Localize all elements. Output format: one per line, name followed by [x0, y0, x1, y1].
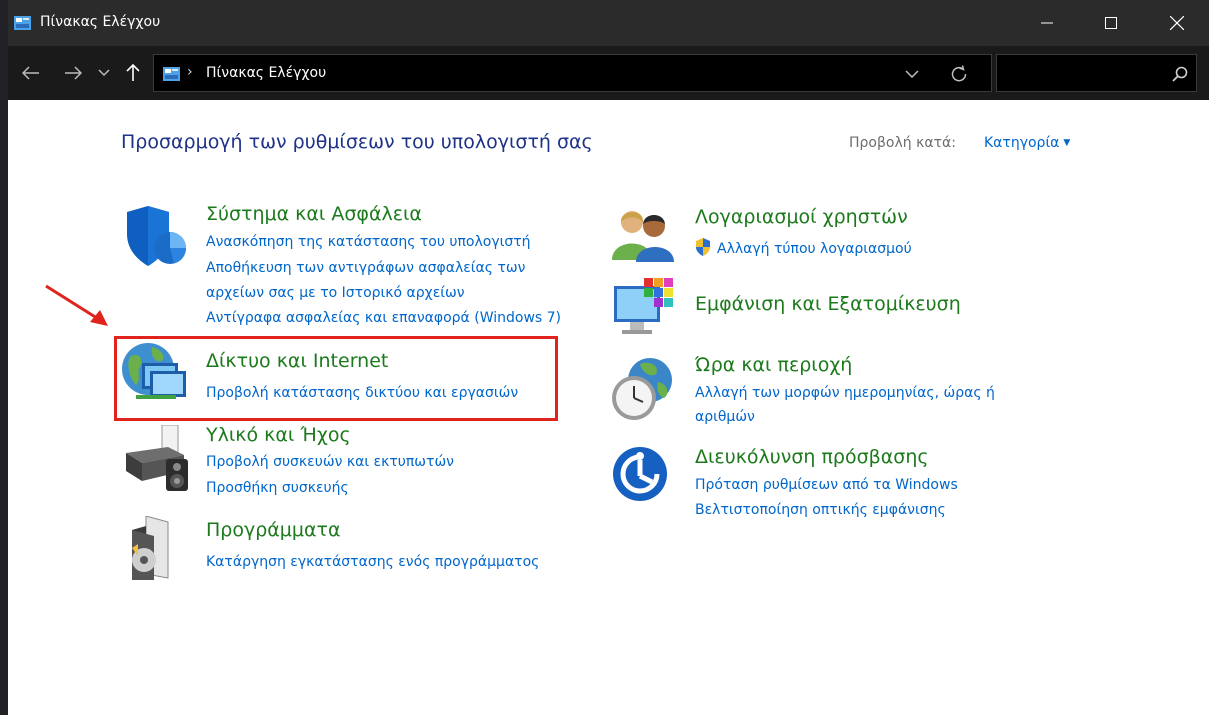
view-by-dropdown[interactable]: Κατηγορία ▼	[984, 135, 1070, 151]
link-windows-suggest-settings[interactable]: Πρόταση ρυθμίσεων από τα Windows	[695, 477, 958, 493]
category-programs[interactable]: Προγράμματα	[206, 519, 340, 541]
clock-globe-icon[interactable]	[610, 356, 676, 422]
back-button[interactable]	[18, 60, 44, 86]
category-clock-region[interactable]: Ώρα και περιοχή	[695, 354, 852, 376]
search-icon	[1172, 66, 1188, 82]
search-input[interactable]	[996, 54, 1197, 92]
window-title: Πίνακας Ελέγχου	[40, 14, 161, 30]
monitor-palette-icon[interactable]	[614, 278, 678, 342]
close-button[interactable]	[1145, 0, 1209, 46]
link-change-account-type[interactable]: Αλλαγή τύπου λογαριασμού	[717, 241, 912, 257]
view-by-label: Προβολή κατά:	[849, 135, 956, 151]
link-backup-restore[interactable]: Αντίγραφα ασφαλείας και επαναφορά (Windo…	[206, 310, 561, 326]
minimize-icon	[1041, 22, 1053, 24]
category-appearance-personalization[interactable]: Εμφάνιση και Εξατομίκευση	[695, 293, 961, 315]
address-bar[interactable]: › Πίνακας Ελέγχου	[153, 54, 992, 92]
arrow-up-icon	[126, 64, 140, 81]
maximize-icon	[1105, 17, 1117, 29]
address-toolbar: › Πίνακας Ελέγχου	[8, 46, 1209, 100]
control-panel-window: Πίνακας Ελέγχου › Πίνακας Ελέγχου Προσαρ…	[8, 0, 1209, 715]
arrow-left-icon	[22, 66, 39, 80]
uac-shield-icon	[696, 238, 710, 256]
control-panel-icon	[14, 16, 31, 30]
category-system-security[interactable]: Σύστημα και Ασφάλεια	[206, 203, 422, 225]
users-icon[interactable]	[612, 208, 674, 262]
link-add-device[interactable]: Προσθήκη συσκευής	[206, 480, 349, 496]
chevron-down-icon[interactable]	[902, 67, 922, 81]
ease-of-access-icon[interactable]	[612, 446, 668, 502]
highlight-box	[114, 336, 558, 421]
link-review-computer-status[interactable]: Ανασκόπηση της κατάστασης του υπολογιστή	[206, 234, 531, 250]
chevron-down-icon	[98, 69, 110, 77]
forward-button[interactable]	[60, 60, 86, 86]
link-optimize-visual-display[interactable]: Βελτιστοποίηση οπτικής εμφάνισης	[695, 502, 946, 518]
link-change-date-time-formats[interactable]: Αλλαγή των μορφών ημερομηνίας, ώρας ή	[695, 385, 995, 401]
annotation-arrow-icon	[45, 284, 108, 326]
program-disc-icon[interactable]	[126, 516, 186, 582]
title-bar: Πίνακας Ελέγχου	[8, 0, 1209, 46]
recent-locations-button[interactable]	[96, 60, 112, 86]
page-title: Προσαρμογή των ρυθμίσεων του υπολογιστή …	[121, 131, 593, 153]
caret-down-icon: ▼	[1063, 138, 1071, 148]
link-change-date-time-formats-cont[interactable]: αριθμών	[695, 409, 755, 425]
category-user-accounts[interactable]: Λογαριασμοί χρηστών	[695, 206, 908, 228]
breadcrumb-control-panel[interactable]: Πίνακας Ελέγχου	[206, 65, 326, 81]
link-view-devices-printers[interactable]: Προβολή συσκευών και εκτυπωτών	[206, 454, 454, 470]
printer-icon[interactable]	[122, 425, 188, 493]
minimize-button[interactable]	[1015, 0, 1079, 46]
link-save-backup-copies-cont[interactable]: αρχείων σας με το Ιστορικό αρχείων	[206, 285, 465, 301]
shield-icon[interactable]	[124, 206, 188, 268]
refresh-icon[interactable]	[949, 64, 969, 84]
link-uninstall-program[interactable]: Κατάργηση εγκατάστασης ενός προγράμματος	[206, 554, 539, 570]
control-panel-icon	[163, 67, 180, 81]
category-hardware-sound[interactable]: Υλικό και Ήχος	[206, 424, 351, 446]
close-icon	[1170, 16, 1184, 30]
breadcrumb-separator[interactable]: ›	[187, 64, 193, 80]
category-ease-of-access[interactable]: Διευκόλυνση πρόσβασης	[695, 446, 929, 468]
view-by-value: Κατηγορία	[984, 135, 1060, 151]
link-save-backup-copies[interactable]: Αποθήκευση των αντιγράφων ασφαλείας των	[206, 260, 525, 276]
up-button[interactable]	[120, 60, 146, 86]
arrow-right-icon	[65, 66, 82, 80]
maximize-button[interactable]	[1079, 0, 1143, 46]
